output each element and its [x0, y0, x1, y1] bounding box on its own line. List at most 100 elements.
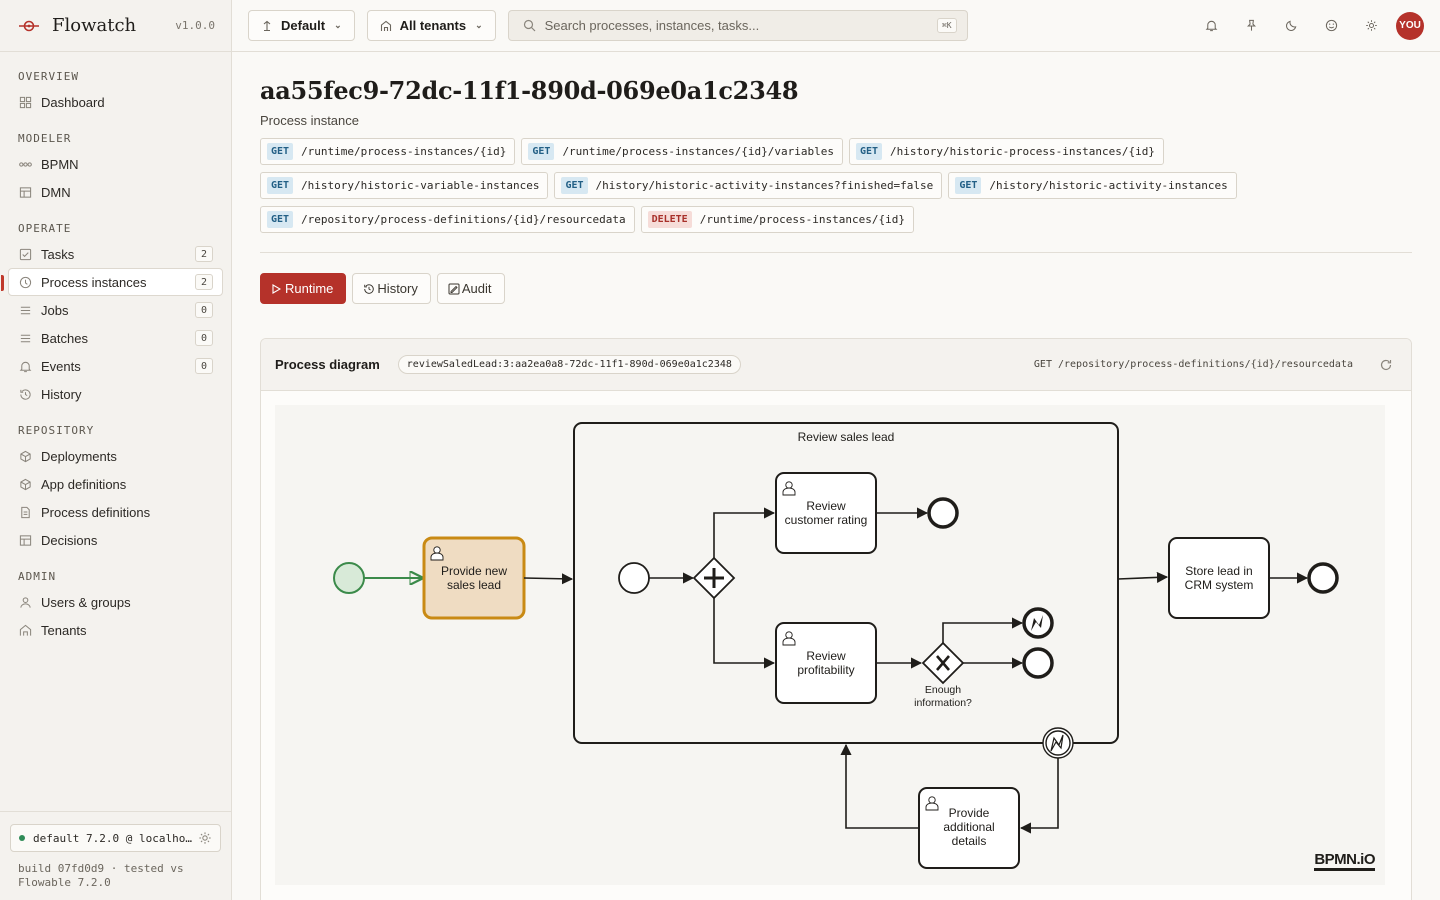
version-label: v1.0.0	[175, 19, 215, 32]
sidebar-item-process-instances[interactable]: Process instances 2	[1, 268, 223, 296]
user-avatar[interactable]: YOU	[1396, 11, 1424, 40]
sidebar-item-dashboard[interactable]: Dashboard	[8, 88, 223, 116]
api-endpoint-chip[interactable]: GET/history/historic-activity-instances	[948, 172, 1237, 199]
tab-history[interactable]: History	[352, 273, 431, 304]
panel-header: Process diagram reviewSaledLead:3:aa2ea0…	[261, 339, 1411, 391]
panel-title: Process diagram	[275, 357, 380, 372]
sequence-flow	[713, 507, 776, 558]
task-label: sales lead	[447, 578, 501, 592]
sidebar-item-label: Deployments	[41, 448, 117, 464]
endpoint-path: /repository/process-definitions/{id}/res…	[301, 213, 626, 226]
svg-text:Store lead inCRM system: Store lead in CRM system	[1185, 564, 1254, 592]
moon-icon[interactable]	[1276, 11, 1306, 41]
sidebar-item-bpmn[interactable]: BPMN	[8, 150, 223, 178]
panel-endpoint: GET /repository/process-definitions/{id}…	[1033, 359, 1353, 370]
sequence-flow	[523, 573, 574, 585]
sidebar-item-users-and-groups[interactable]: Users & groups	[8, 588, 223, 616]
sequence-flow	[1019, 758, 1059, 834]
smiley-icon[interactable]	[1316, 11, 1346, 41]
task-store-lead-in-crm[interactable]: Store lead in CRM system	[1168, 537, 1270, 619]
sidebar-item-tenants[interactable]: Tenants	[8, 616, 223, 644]
http-method-badge: GET	[528, 143, 555, 160]
bell-icon[interactable]	[1196, 11, 1226, 41]
nav-section-heading: OPERATE	[18, 221, 72, 235]
sidebar-item-app-definitions[interactable]: App definitions	[8, 470, 223, 498]
search-box[interactable]: ⌘K	[507, 10, 968, 41]
sidebar-item-history[interactable]: History	[8, 380, 223, 408]
end-event[interactable]	[927, 497, 959, 529]
api-endpoint-chip[interactable]: GET/runtime/process-instances/{id}	[260, 138, 516, 165]
connection-status-dot	[19, 835, 25, 841]
http-method-badge: GET	[267, 211, 294, 228]
parallel-gateway[interactable]	[692, 556, 736, 600]
search-input[interactable]	[544, 18, 937, 33]
subprocess-start-event[interactable]	[618, 562, 650, 594]
http-method-badge: DELETE	[647, 211, 692, 228]
nav-group-overview: OVERVIEW Dashboard	[0, 64, 231, 116]
http-method-badge: GET	[955, 177, 982, 194]
task-label: customer rating	[785, 513, 868, 527]
engine-select-value: Default	[281, 18, 326, 33]
task-icon	[18, 247, 32, 261]
pin-icon[interactable]	[1236, 11, 1266, 41]
boundary-escalation-event[interactable]	[1042, 727, 1074, 759]
sidebar-item-jobs[interactable]: Jobs 0	[8, 296, 223, 324]
svg-text:Provide newsales lead: Provide new sales lead	[441, 564, 507, 592]
bpmn-io-watermark[interactable]: BPMN.iO	[1314, 852, 1375, 871]
sidebar-item-dmn[interactable]: DMN	[8, 178, 223, 206]
task-provide-additional-details[interactable]: Provide additional details	[918, 787, 1020, 869]
environment-selector[interactable]: default 7.2.0 @ localhost	[10, 824, 221, 852]
refresh-icon[interactable]	[1379, 358, 1393, 372]
task-review-customer-rating[interactable]: Review customer rating	[775, 472, 877, 554]
api-endpoint-chip[interactable]: GET/repository/process-definitions/{id}/…	[260, 206, 635, 233]
gateway-label: Enough	[925, 684, 961, 696]
tab-runtime[interactable]: Runtime	[260, 273, 347, 304]
gear-icon[interactable]	[198, 831, 212, 845]
api-endpoint-chip[interactable]: DELETE/runtime/process-instances/{id}	[640, 206, 915, 233]
divider	[260, 252, 1412, 253]
tab-audit[interactable]: Audit	[436, 273, 505, 304]
sidebar-item-events[interactable]: Events 0	[8, 352, 223, 380]
start-event[interactable]	[333, 562, 365, 594]
sidebar-item-process-definitions[interactable]: Process definitions	[8, 498, 223, 526]
api-endpoint-chip[interactable]: GET/history/historic-process-instances/{…	[848, 138, 1164, 165]
escalation-end-event[interactable]	[1022, 607, 1054, 639]
sidebar-item-deployments[interactable]: Deployments	[8, 442, 223, 470]
http-method-badge: GET	[267, 177, 294, 194]
sidebar-item-batches[interactable]: Batches 0	[8, 324, 223, 352]
sidebar-item-label: DMN	[41, 184, 71, 200]
exclusive-gateway-enough-information[interactable]	[921, 641, 965, 685]
endpoint-path: /history/historic-variable-instances	[301, 179, 540, 192]
api-endpoint-chip[interactable]: GET/history/historic-variable-instances	[260, 172, 549, 199]
build-line: Flowable 7.2.0	[18, 876, 111, 889]
task-review-profitability[interactable]: Review profitability	[775, 622, 877, 704]
sidebar-item-decisions[interactable]: Decisions	[8, 526, 223, 554]
task-provide-new-sales-lead[interactable]: Provide new sales lead	[422, 536, 526, 620]
bpmn-canvas[interactable]: Review sales lead Provide newsales lead	[275, 405, 1385, 885]
document-icon	[18, 505, 32, 519]
sequence-flow	[840, 743, 919, 829]
settings-icon[interactable]	[1356, 11, 1386, 41]
nav-section-heading: OVERVIEW	[18, 69, 79, 83]
tenant-select[interactable]: All tenants ⌄	[366, 10, 496, 41]
api-endpoint-list: GET/runtime/process-instances/{id} GET/ru…	[260, 138, 1300, 240]
topbar-actions: YOU	[1186, 11, 1424, 41]
gateway-label: information?	[914, 697, 972, 709]
sidebar-item-label: Users & groups	[41, 594, 131, 610]
sequence-flow	[942, 617, 1024, 643]
api-endpoint-chip[interactable]: GET/runtime/process-instances/{id}/varia…	[521, 138, 843, 165]
brand[interactable]: Flowatch v1.0.0	[0, 0, 231, 52]
count-badge: 0	[195, 330, 213, 346]
count-badge: 0	[195, 358, 213, 374]
end-event[interactable]	[1022, 647, 1054, 679]
bpmn-icon	[18, 157, 32, 171]
engine-select[interactable]: Default ⌄	[248, 10, 355, 41]
tenant-select-value: All tenants	[399, 18, 467, 33]
end-event[interactable]	[1307, 562, 1339, 594]
nav-section-heading: REPOSITORY	[18, 423, 95, 437]
count-badge: 2	[195, 274, 213, 290]
api-endpoint-chip[interactable]: GET/history/historic-activity-instances?…	[554, 172, 943, 199]
audit-icon	[448, 283, 460, 295]
nav-group-repository: REPOSITORY Deployments App definitions Proc…	[0, 418, 231, 554]
sidebar-item-tasks[interactable]: Tasks 2	[8, 240, 223, 268]
